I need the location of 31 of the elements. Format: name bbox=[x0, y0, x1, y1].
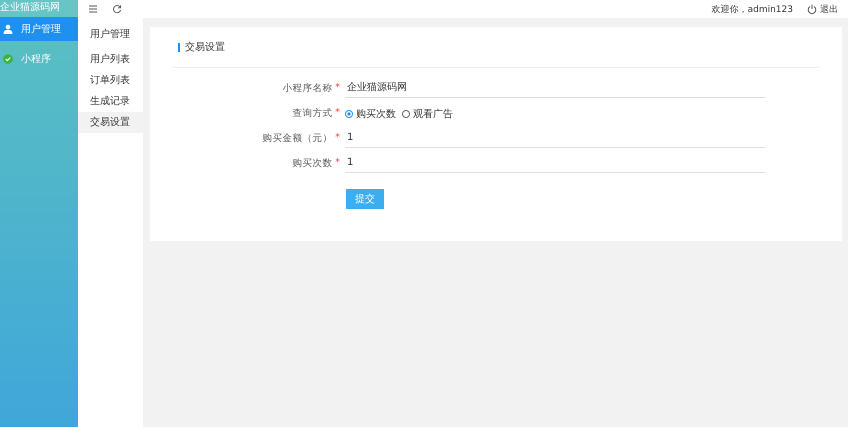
welcome-text: 欢迎你，admin123 bbox=[712, 4, 793, 16]
logo-text: 企业猫源码网 bbox=[0, 0, 78, 17]
input-field[interactable]: 1 bbox=[345, 129, 765, 148]
card-title: 交易设置 bbox=[185, 40, 225, 54]
menu-icon[interactable] bbox=[88, 4, 98, 14]
field-label: 购买金额（元） bbox=[262, 132, 332, 145]
refresh-icon[interactable] bbox=[112, 4, 122, 14]
radio-label: 观看广告 bbox=[413, 108, 453, 120]
required-mark: * bbox=[335, 132, 340, 145]
radio-label: 购买次数 bbox=[356, 108, 396, 120]
radio-button[interactable] bbox=[345, 110, 353, 118]
check-circle-icon bbox=[3, 54, 13, 64]
required-mark: * bbox=[335, 82, 340, 95]
radio-button[interactable] bbox=[402, 110, 410, 118]
submenu-item[interactable]: 生成记录 bbox=[78, 91, 143, 112]
input-field[interactable]: 企业猫源码网 bbox=[345, 79, 765, 98]
power-icon bbox=[807, 4, 817, 14]
field-label: 购买次数 bbox=[292, 157, 332, 170]
submenu-item[interactable]: 用户列表 bbox=[78, 49, 143, 70]
radio-option[interactable]: 观看广告 bbox=[402, 106, 453, 120]
submenu-item[interactable]: 交易设置 bbox=[78, 112, 143, 133]
radio-option[interactable]: 购买次数 bbox=[345, 106, 396, 120]
user-icon bbox=[3, 24, 13, 34]
field-label: 小程序名称 bbox=[282, 82, 332, 95]
input-field[interactable]: 1 bbox=[345, 154, 765, 173]
submenu-title: 用户管理 bbox=[89, 28, 131, 42]
submenu-item[interactable]: 订单列表 bbox=[78, 70, 143, 91]
required-mark: * bbox=[335, 107, 340, 120]
field-label: 查询方式 bbox=[292, 107, 332, 120]
logout-link[interactable]: 退出 bbox=[807, 2, 838, 16]
required-mark: * bbox=[335, 157, 340, 170]
